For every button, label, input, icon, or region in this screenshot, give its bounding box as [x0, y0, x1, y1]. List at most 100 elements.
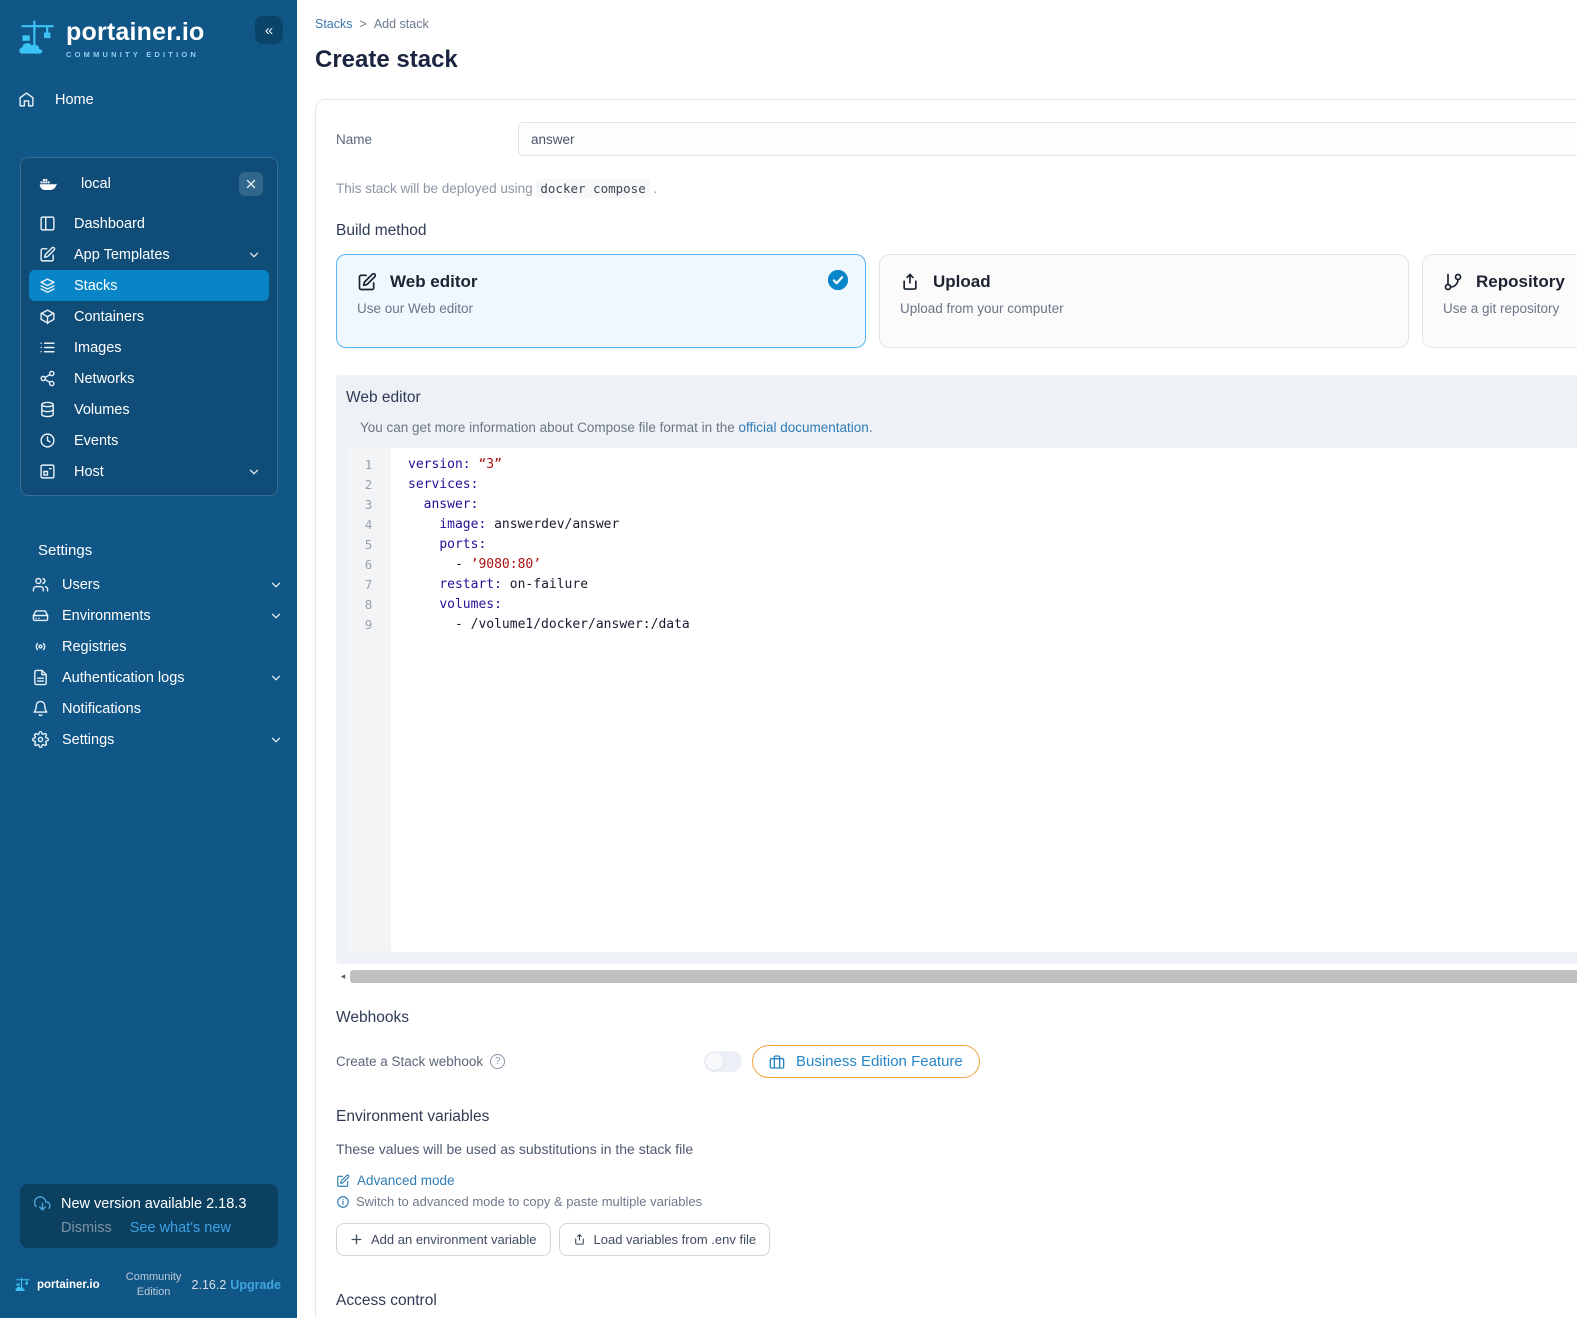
- footer-edition: Community Edition: [116, 1270, 192, 1300]
- download-cloud-icon: [34, 1195, 51, 1212]
- build-option-web-editor[interactable]: Web editor Use our Web editor: [336, 254, 866, 348]
- sidebar-footer: portainer.io Community Edition 2.16.2 Up…: [0, 1262, 297, 1318]
- name-label: Name: [336, 132, 518, 147]
- sidebar-item-events[interactable]: Events: [29, 425, 269, 456]
- sidebar-item-settings[interactable]: Settings: [0, 724, 297, 755]
- sidebar-item-registries[interactable]: Registries: [0, 631, 297, 662]
- sidebar-item-authentication-logs[interactable]: Authentication logs: [0, 662, 297, 693]
- selected-check-icon: [827, 269, 849, 291]
- sidebar-item-label: Containers: [74, 309, 144, 325]
- breadcrumb: Stacks>Add stack: [315, 17, 1577, 31]
- sidebar-item-label: Settings: [62, 732, 114, 748]
- close-icon: [245, 178, 257, 190]
- sidebar-item-environments[interactable]: Environments: [0, 600, 297, 631]
- code-line: - ’9080:80’: [408, 555, 1577, 575]
- portainer-logo-icon: [14, 1275, 32, 1295]
- edit-square-icon: [39, 246, 56, 263]
- briefcase-icon: [769, 1054, 785, 1070]
- sidebar-item-label: Home: [55, 92, 94, 108]
- upgrade-link[interactable]: Upgrade: [230, 1278, 281, 1292]
- sidebar-item-networks[interactable]: Networks: [29, 363, 269, 394]
- deploy-note: This stack will be deployed using docker…: [336, 181, 1577, 196]
- edit-square-icon: [357, 272, 377, 292]
- sidebar-item-label: Images: [74, 340, 122, 356]
- editor-code[interactable]: version: “3”services: answer: image: ans…: [391, 448, 1577, 952]
- code-line: - /volume1/docker/answer:/data: [408, 615, 1577, 635]
- sidebar-item-containers[interactable]: Containers: [29, 301, 269, 332]
- stack-name-input[interactable]: [518, 122, 1577, 156]
- scrollbar-thumb[interactable]: [350, 970, 1577, 983]
- sidebar-item-label: App Templates: [74, 247, 170, 263]
- editor-info-text: You can get more information about Compo…: [360, 420, 1577, 435]
- sidebar-collapse-button[interactable]: «: [255, 16, 283, 44]
- environment-section: local Dashboard App Templates Stacks Con…: [20, 157, 278, 496]
- bell-icon: [32, 700, 49, 717]
- help-icon[interactable]: ?: [490, 1054, 505, 1069]
- code-editor: 123456789 version: “3”services: answer: …: [346, 448, 1577, 952]
- dismiss-link[interactable]: Dismiss: [61, 1220, 112, 1236]
- sidebar-item-volumes[interactable]: Volumes: [29, 394, 269, 425]
- breadcrumb-current: Add stack: [374, 17, 429, 31]
- footer-brand-name: portainer.io: [37, 1279, 100, 1291]
- build-option-title: Web editor: [390, 272, 478, 292]
- database-icon: [39, 401, 56, 418]
- environment-variable-buttons: Add an environment variable Load variabl…: [336, 1223, 1577, 1256]
- sidebar-header: portainer.io COMMUNITY EDITION «: [0, 0, 297, 62]
- sidebar-item-dashboard[interactable]: Dashboard: [29, 208, 269, 239]
- load-variables-env-file-button[interactable]: Load variables from .env file: [559, 1223, 771, 1256]
- sidebar-bottom: New version available 2.18.3 Dismiss See…: [0, 1184, 297, 1318]
- file-text-icon: [32, 669, 49, 686]
- sidebar-item-host[interactable]: Host: [29, 456, 269, 487]
- sidebar-item-label: Dashboard: [74, 216, 145, 232]
- official-documentation-link[interactable]: official documentation: [738, 420, 868, 435]
- editor-horizontal-scrollbar: ◂: [336, 969, 1577, 983]
- hard-drive-icon: [32, 607, 49, 624]
- sidebar-item-users[interactable]: Users: [0, 569, 297, 600]
- environment-header[interactable]: local: [29, 164, 269, 208]
- sidebar-item-label: Networks: [74, 371, 134, 387]
- sidebar: portainer.io COMMUNITY EDITION « Home lo…: [0, 0, 297, 1318]
- chevron-down-icon: [247, 465, 261, 479]
- environment-close-button[interactable]: [239, 172, 263, 196]
- network-share-icon: [39, 370, 56, 387]
- chevron-down-icon: [269, 609, 283, 623]
- business-edition-badge[interactable]: Business Edition Feature: [752, 1045, 980, 1078]
- sidebar-item-app-templates[interactable]: App Templates: [29, 239, 269, 270]
- page-title: Create stack: [315, 46, 1577, 74]
- code-line: image: answerdev/answer: [408, 515, 1577, 535]
- scrollbar-left-arrow[interactable]: ◂: [336, 969, 350, 983]
- chevron-down-icon: [269, 733, 283, 747]
- chevron-down-icon: [269, 578, 283, 592]
- users-icon: [32, 576, 49, 593]
- sidebar-item-label: Environments: [62, 608, 151, 624]
- box-icon: [39, 308, 56, 325]
- sidebar-item-label: Registries: [62, 639, 126, 655]
- build-option-subtitle: Use our Web editor: [357, 301, 845, 316]
- sidebar-item-notifications[interactable]: Notifications: [0, 693, 297, 724]
- breadcrumb-stacks-link[interactable]: Stacks: [315, 17, 353, 31]
- stack-webhook-toggle[interactable]: [704, 1051, 742, 1072]
- radio-icon: [32, 638, 49, 655]
- build-option-upload[interactable]: Upload Upload from your computer: [879, 254, 1409, 348]
- sidebar-item-label: Users: [62, 577, 100, 593]
- build-option-repository[interactable]: Repository Use a git repository: [1422, 254, 1577, 348]
- see-whats-new-link[interactable]: See what's new: [130, 1220, 231, 1236]
- host-icon: [39, 463, 56, 480]
- info-icon: [336, 1195, 350, 1209]
- build-option-title: Upload: [933, 272, 991, 292]
- sidebar-item-label: Authentication logs: [62, 670, 185, 686]
- add-environment-variable-button[interactable]: Add an environment variable: [336, 1223, 551, 1256]
- advanced-mode-link[interactable]: Advanced mode: [336, 1173, 1577, 1188]
- web-editor-section: Web editor You can get more information …: [336, 375, 1577, 964]
- portainer-logo-icon: [16, 16, 60, 62]
- sidebar-item-home[interactable]: Home: [0, 84, 297, 115]
- docker-icon: [37, 175, 59, 193]
- sidebar-item-label: Host: [74, 464, 104, 480]
- logo-text: portainer.io COMMUNITY EDITION: [66, 18, 205, 59]
- sidebar-item-stacks[interactable]: Stacks: [29, 270, 269, 301]
- sidebar-item-images[interactable]: Images: [29, 332, 269, 363]
- clock-icon: [39, 432, 56, 449]
- brand-name: portainer.io: [66, 18, 205, 47]
- create-stack-form-card: Name This stack will be deployed using d…: [315, 99, 1577, 1318]
- advanced-mode-hint: Switch to advanced mode to copy & paste …: [336, 1194, 1577, 1209]
